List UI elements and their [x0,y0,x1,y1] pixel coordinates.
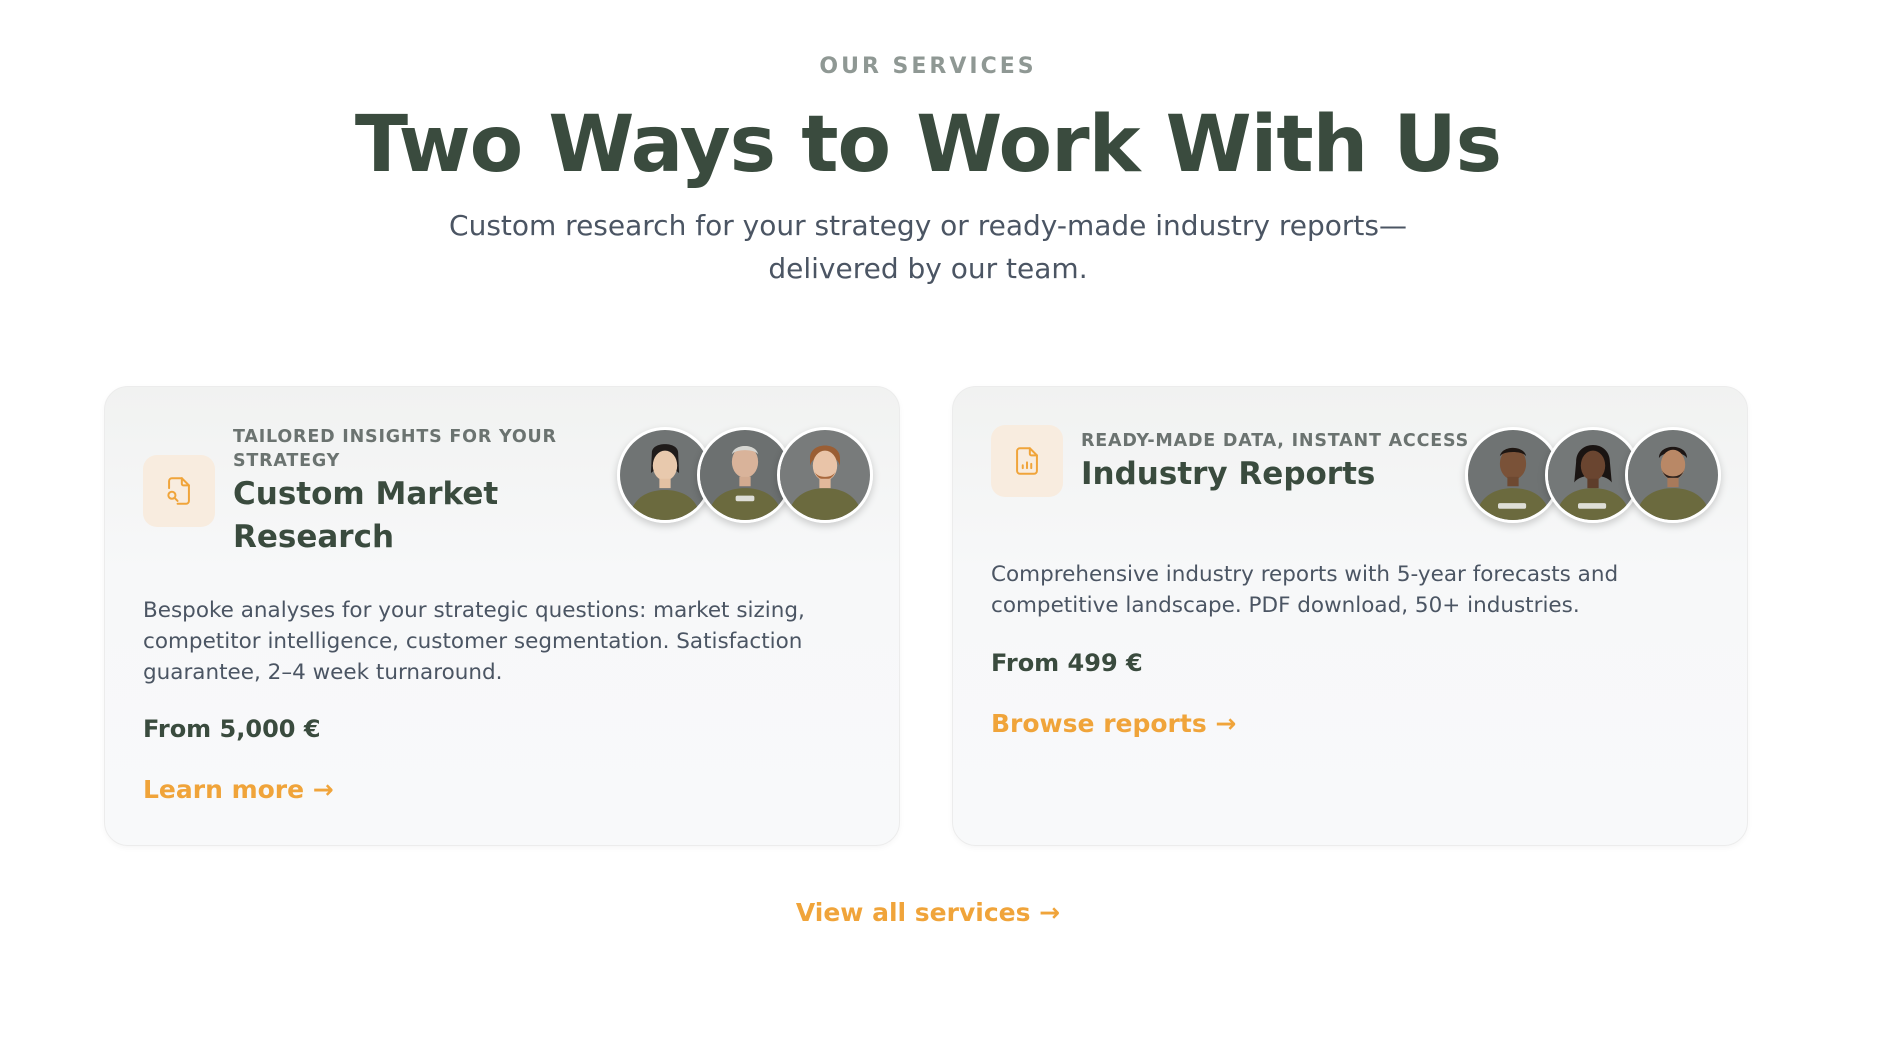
subtitle-line-1: Custom research for your strategy or rea… [449,209,1407,242]
section-subtitle: Custom research for your strategy or rea… [0,204,1856,290]
document-chart-icon [991,425,1063,497]
card-description: Comprehensive industry reports with 5-ye… [991,562,1619,618]
avatar [1625,427,1721,523]
service-card-industry-reports[interactable]: READY-MADE DATA, INSTANT ACCESS Industry… [952,386,1748,846]
card-price: From 499 € [991,649,1143,677]
section-title: Two Ways to Work With Us [354,100,1502,190]
team-avatars [1465,427,1721,523]
team-avatars [617,427,873,523]
document-search-icon [143,455,215,527]
card-kicker: READY-MADE DATA, INSTANT ACCESS [1081,431,1469,451]
learn-more-link[interactable]: Learn more → [143,775,334,804]
card-price: From 5,000 € [143,715,321,743]
view-all-services-link[interactable]: View all services → [0,898,1856,927]
subtitle-line-2: delivered by our team. [768,252,1088,285]
avatar [777,427,873,523]
section-eyebrow: OUR SERVICES [819,54,1037,79]
card-title: Industry Reports [1081,456,1376,492]
card-kicker: TAILORED INSIGHTS FOR YOUR STRATEGY [233,427,557,471]
browse-reports-link[interactable]: Browse reports → [991,709,1236,738]
service-card-custom-research[interactable]: TAILORED INSIGHTS FOR YOUR STRATEGY Cust… [104,386,900,846]
card-description: Bespoke analyses for your strategic ques… [143,598,805,685]
card-title: Custom Market Research [233,476,499,555]
